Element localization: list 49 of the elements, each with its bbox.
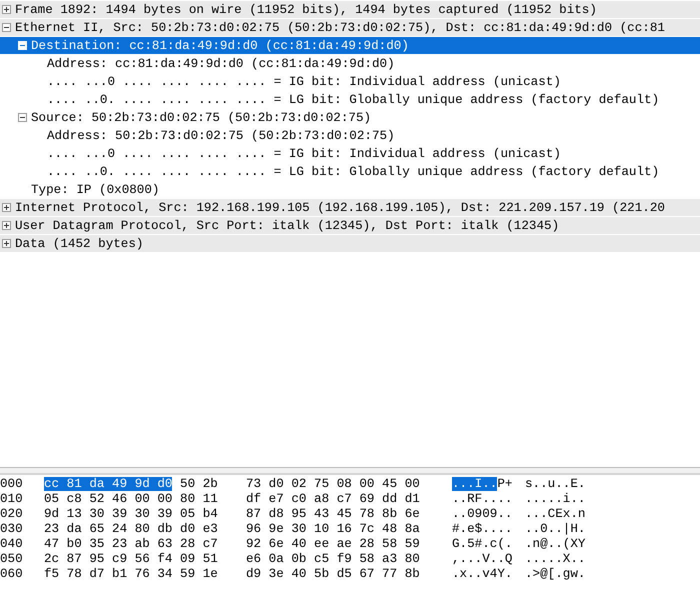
offset-label: 010 (0, 492, 24, 506)
ascii-text: .....i.. (525, 492, 586, 506)
offset-label: 040 (0, 536, 24, 550)
hex-bytes: 87 d8 95 43 45 78 8b 6e (246, 506, 420, 520)
ascii-text: s..u..E. (525, 476, 586, 490)
ascii-text: .>@[.gw. (525, 566, 586, 580)
hex-bytes: e6 0a 0b c5 f9 58 a3 80 (246, 552, 420, 566)
collapse-icon[interactable] (18, 113, 27, 122)
offset-label: 020 (0, 506, 24, 520)
hex-bytes: 2c 87 95 c9 56 f4 09 51 (44, 552, 218, 566)
tree-row[interactable]: User Datagram Protocol, Src Port: italk (12345), Dst Port: italk (12345) (0, 217, 700, 235)
tree-row[interactable]: Frame 1892: 1494 bytes on wire (11952 bits), 1494 bytes captured (11952 bits) (0, 1, 700, 19)
ascii-text: .x..v4Y. (452, 566, 512, 580)
offset-label: 000 (0, 476, 24, 490)
ascii-text: #.e$.... (452, 522, 512, 536)
hex-bytes: 50 2b (180, 476, 218, 490)
ascii-text: P+ (497, 476, 512, 490)
hex-bytes: 05 c8 52 46 00 00 80 11 (44, 492, 218, 506)
tree-row[interactable]: Ethernet II, Src: 50:2b:73:d0:02:75 (50:2b:73:d0:02:75), Dst: cc:81:da:49:9d:d0 (cc:81 (0, 19, 700, 37)
hex-bytes: 9d 13 30 39 30 39 05 b4 (44, 506, 218, 520)
ascii-text: .n@..(XY (525, 536, 586, 550)
ascii-text: G.5#.c(. (452, 536, 512, 550)
hex-bytes: d9 3e 40 5b d5 67 77 8b (246, 566, 420, 580)
expand-icon[interactable] (2, 203, 11, 212)
tree-row[interactable]: Internet Protocol, Src: 192.168.199.105 (192.168.199.105), Dst: 221.209.157.19 (221.20 (0, 199, 700, 217)
ascii-text: ...CEx.n (525, 506, 586, 520)
tree-row[interactable]: Data (1452 bytes) (0, 235, 700, 253)
hex-bytes: f5 78 d7 b1 76 34 59 1e (44, 566, 218, 580)
expand-icon[interactable] (2, 239, 11, 248)
hex-bytes: 23 da 65 24 80 db d0 e3 (44, 522, 218, 536)
tree-row[interactable]: Destination: cc:81:da:49:9d:d0 (cc:81:da:49:9d:d0) (0, 37, 700, 55)
expand-icon[interactable] (2, 5, 11, 14)
hex-bytes: 92 6e 40 ee ae 28 58 59 (246, 536, 420, 550)
offset-label: 060 (0, 566, 24, 580)
ascii-text: ..0909.. (452, 506, 512, 520)
hex-bytes: cc 81 da 49 9d d0 (44, 476, 172, 490)
ascii-text: .....X.. (525, 552, 586, 566)
hex-bytes: 96 9e 30 10 16 7c 48 8a (246, 522, 420, 536)
hex-bytes: df e7 c0 a8 c7 69 dd d1 (246, 492, 420, 506)
ascii-text: ,...V..Q (452, 552, 512, 566)
expand-icon[interactable] (2, 221, 11, 230)
ascii-text: ..0..|H. (525, 522, 586, 536)
offset-label: 050 (0, 552, 24, 566)
ascii-text: ..RF.... (452, 492, 512, 506)
offset-label: 030 (0, 522, 24, 536)
hex-bytes: 73 d0 02 75 08 00 45 00 (246, 476, 420, 490)
collapse-icon[interactable] (2, 23, 11, 32)
ascii-text: ...I.. (452, 476, 498, 490)
hex-bytes: 47 b0 35 23 ab 63 28 c7 (44, 536, 218, 550)
